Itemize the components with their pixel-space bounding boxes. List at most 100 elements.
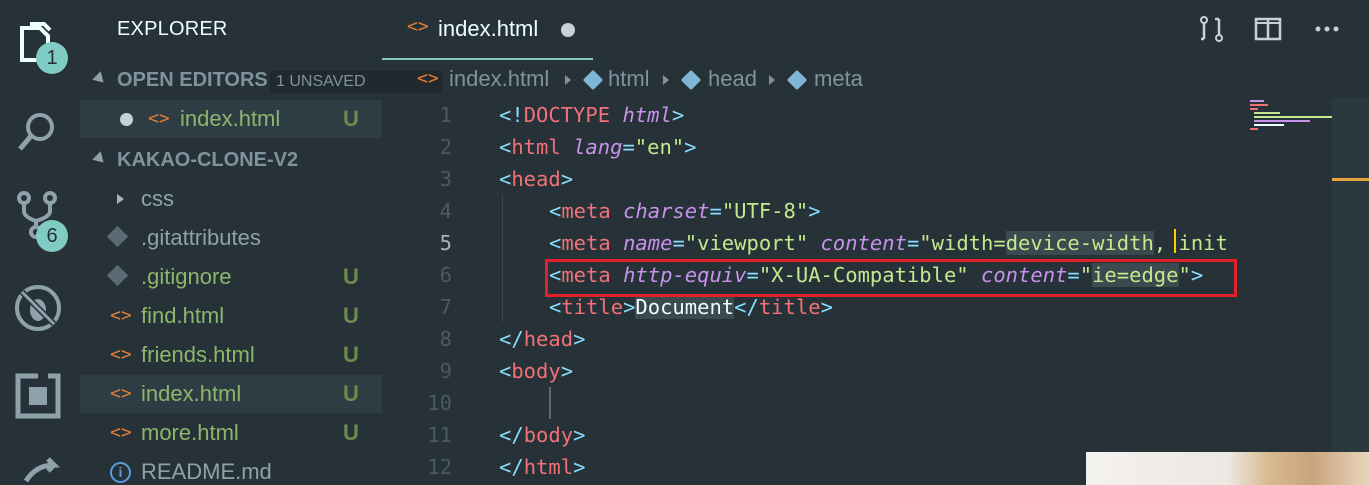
explorer-badge: 1 [36, 42, 68, 74]
live-share-icon[interactable] [12, 455, 64, 485]
project-label: KAKAO-CLONE-V2 [117, 149, 299, 171]
element-icon [786, 69, 808, 91]
file-item-gitattributes[interactable]: .gitattributes [80, 219, 382, 257]
git-status-badge: U [343, 264, 359, 289]
element-icon [680, 69, 702, 91]
html-file-icon: <> [110, 305, 132, 326]
html-file-icon: <> [110, 344, 132, 365]
collapse-chevron-icon [92, 151, 108, 167]
html-file-icon: <> [110, 422, 132, 443]
source-control-badge: 6 [36, 220, 68, 252]
search-icon[interactable] [12, 105, 64, 157]
extensions-icon[interactable] [12, 370, 64, 422]
file-item-more[interactable]: <> more.html U [80, 414, 382, 452]
file-item-readme[interactable]: i README.md [80, 453, 382, 485]
file-name: README.md [141, 459, 272, 484]
folder-item-css[interactable]: css [80, 180, 382, 218]
git-file-icon [106, 264, 129, 287]
tab-label: index.html [438, 16, 539, 41]
file-item-find[interactable]: <> find.html U [80, 297, 382, 335]
explorer-sidebar: EXPLORER OPEN EDITORS 1 UNSAVED <> index… [80, 0, 442, 485]
file-name: .gitattributes [141, 225, 261, 250]
file-item-index[interactable]: <> index.html U [80, 375, 382, 413]
open-editors-header[interactable]: OPEN EDITORS 1 UNSAVED [80, 63, 442, 95]
sidebar-title: EXPLORER [117, 18, 228, 40]
file-name: more.html [141, 420, 239, 445]
minimap[interactable] [1250, 98, 1332, 138]
line-number: 10 [427, 391, 452, 415]
line-number-current: 5 [439, 231, 452, 255]
open-editor-item[interactable]: <> index.html U [80, 100, 382, 138]
file-name: find.html [141, 303, 225, 328]
file-name: css [141, 186, 174, 211]
code-line[interactable]: <html lang="en"> [499, 131, 697, 163]
file-name: index.html [141, 381, 242, 406]
code-line[interactable]: <head> [499, 163, 573, 195]
debug-icon[interactable] [12, 282, 64, 334]
unsaved-dot-icon[interactable] [561, 23, 575, 37]
text-cursor [1174, 229, 1176, 253]
file-name: friends.html [141, 342, 255, 367]
code-line[interactable]: </body> [499, 419, 585, 451]
line-number: 7 [439, 295, 452, 319]
line-number: 3 [439, 167, 452, 191]
breadcrumb-separator-icon [663, 75, 669, 85]
file-item-gitignore[interactable]: .gitignore U [80, 258, 382, 296]
line-number: 6 [439, 263, 452, 287]
html-file-icon: <> [407, 16, 429, 37]
activity-bar: 1 6 [0, 0, 80, 485]
code-line[interactable]: <!DOCTYPE html> [499, 99, 684, 131]
project-header[interactable]: KAKAO-CLONE-V2 [80, 143, 382, 175]
open-changes-icon[interactable] [1197, 14, 1227, 44]
webcam-overlay [1086, 452, 1369, 485]
open-editor-filename: index.html [180, 106, 281, 131]
open-editors-label: OPEN EDITORS [117, 69, 268, 91]
git-status-badge: U [343, 342, 359, 367]
html-file-icon: <> [148, 108, 170, 129]
git-status-badge: U [343, 420, 359, 445]
line-number: 9 [439, 359, 452, 383]
git-file-icon [106, 225, 129, 248]
more-actions-icon[interactable] [1312, 14, 1342, 44]
breadcrumb-item-html[interactable]: html [608, 66, 650, 92]
line-number: 4 [439, 199, 452, 223]
file-name: .gitignore [141, 264, 232, 289]
highlight-annotation-box [545, 259, 1237, 297]
breadcrumb-separator-icon [565, 75, 571, 85]
html-file-icon: <> [110, 383, 132, 404]
line-number: 2 [439, 135, 452, 159]
code-line[interactable]: </html> [499, 451, 585, 483]
indent-guide [502, 194, 503, 322]
html-file-icon: <> [417, 68, 439, 89]
unsaved-dot-icon[interactable] [120, 113, 133, 126]
indent-cursor-marker [549, 387, 551, 419]
scrollbar-marker [1332, 178, 1369, 181]
collapse-chevron-icon [92, 71, 108, 87]
editor-tab-bar: <> index.html [382, 0, 1369, 60]
line-number: 12 [427, 455, 452, 479]
tab-index-html[interactable]: <> index.html [382, 0, 593, 60]
breadcrumb-item-file[interactable]: index.html [449, 66, 549, 92]
line-number: 8 [439, 327, 452, 351]
element-icon [582, 69, 604, 91]
split-editor-icon[interactable] [1253, 14, 1283, 44]
line-number: 11 [427, 423, 452, 447]
file-item-friends[interactable]: <> friends.html U [80, 336, 382, 374]
git-status-badge: U [343, 303, 359, 328]
breadcrumb: <> index.html html head meta [382, 62, 1369, 98]
git-status-badge: U [343, 381, 359, 406]
folder-chevron-icon [117, 194, 124, 204]
code-line[interactable]: <body> [499, 355, 573, 387]
breadcrumb-item-head[interactable]: head [708, 66, 757, 92]
code-line[interactable]: <meta charset="UTF-8"> [549, 195, 821, 227]
breadcrumb-separator-icon [769, 75, 775, 85]
code-editor[interactable]: 1 2 3 4 5 6 7 8 9 10 11 12 <!DOCTYPE htm… [382, 98, 1369, 485]
breadcrumb-item-meta[interactable]: meta [814, 66, 863, 92]
code-line-current[interactable]: <meta name="viewport" content="width=dev… [549, 227, 1228, 259]
active-tab-indicator [382, 58, 593, 60]
line-number: 1 [439, 103, 452, 127]
code-line[interactable]: </head> [499, 323, 585, 355]
vertical-scrollbar[interactable] [1332, 98, 1369, 485]
git-status-badge: U [343, 106, 359, 131]
info-icon: i [110, 462, 131, 483]
